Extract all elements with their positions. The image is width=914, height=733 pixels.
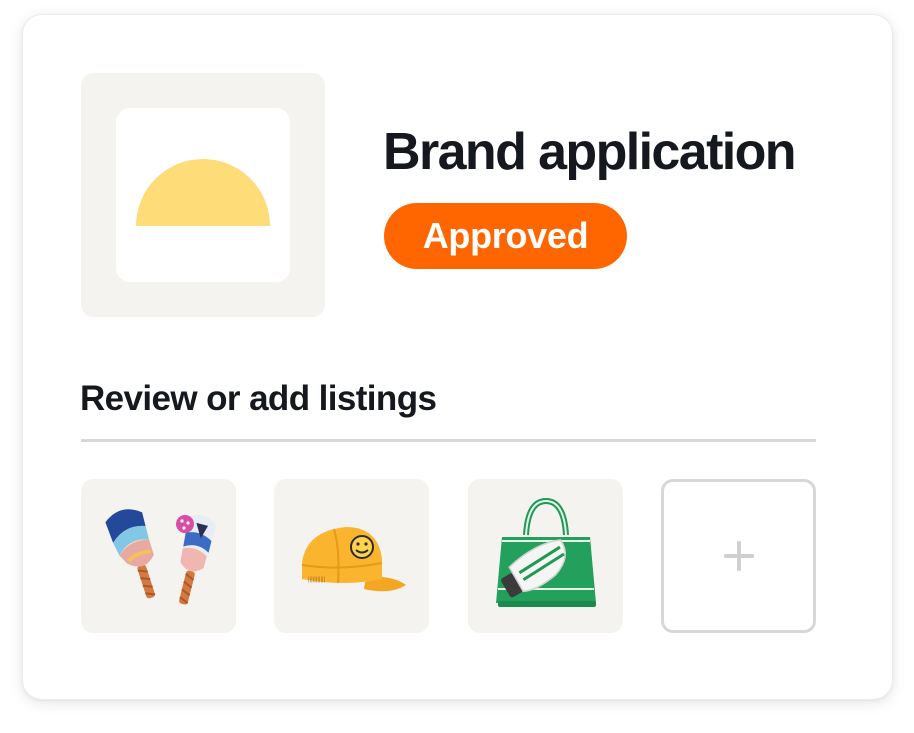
green-tote-bag-icon [496, 497, 596, 607]
brand-logo [116, 108, 290, 282]
listing-tile-paddles[interactable] [81, 479, 236, 633]
svg-text:|||||||||||: ||||||||||| [308, 577, 326, 583]
divider [81, 439, 816, 442]
page-title: Brand application [383, 123, 797, 181]
listing-tile-cap[interactable]: ||||||||||| [274, 479, 429, 633]
plus-icon [723, 541, 754, 571]
status-badge: Approved [384, 203, 627, 269]
listings-heading: Review or add listings [80, 379, 437, 418]
smiley-cap-icon: ||||||||||| [301, 527, 406, 592]
pickleball-paddles-icon [105, 509, 217, 605]
listing-tile-tote[interactable] [468, 479, 623, 633]
brand-application-card: Brand application Approved Review or add… [22, 14, 893, 700]
half-sun-icon [136, 159, 270, 226]
add-listing-button[interactable] [661, 479, 816, 633]
brand-logo-frame [81, 73, 325, 317]
